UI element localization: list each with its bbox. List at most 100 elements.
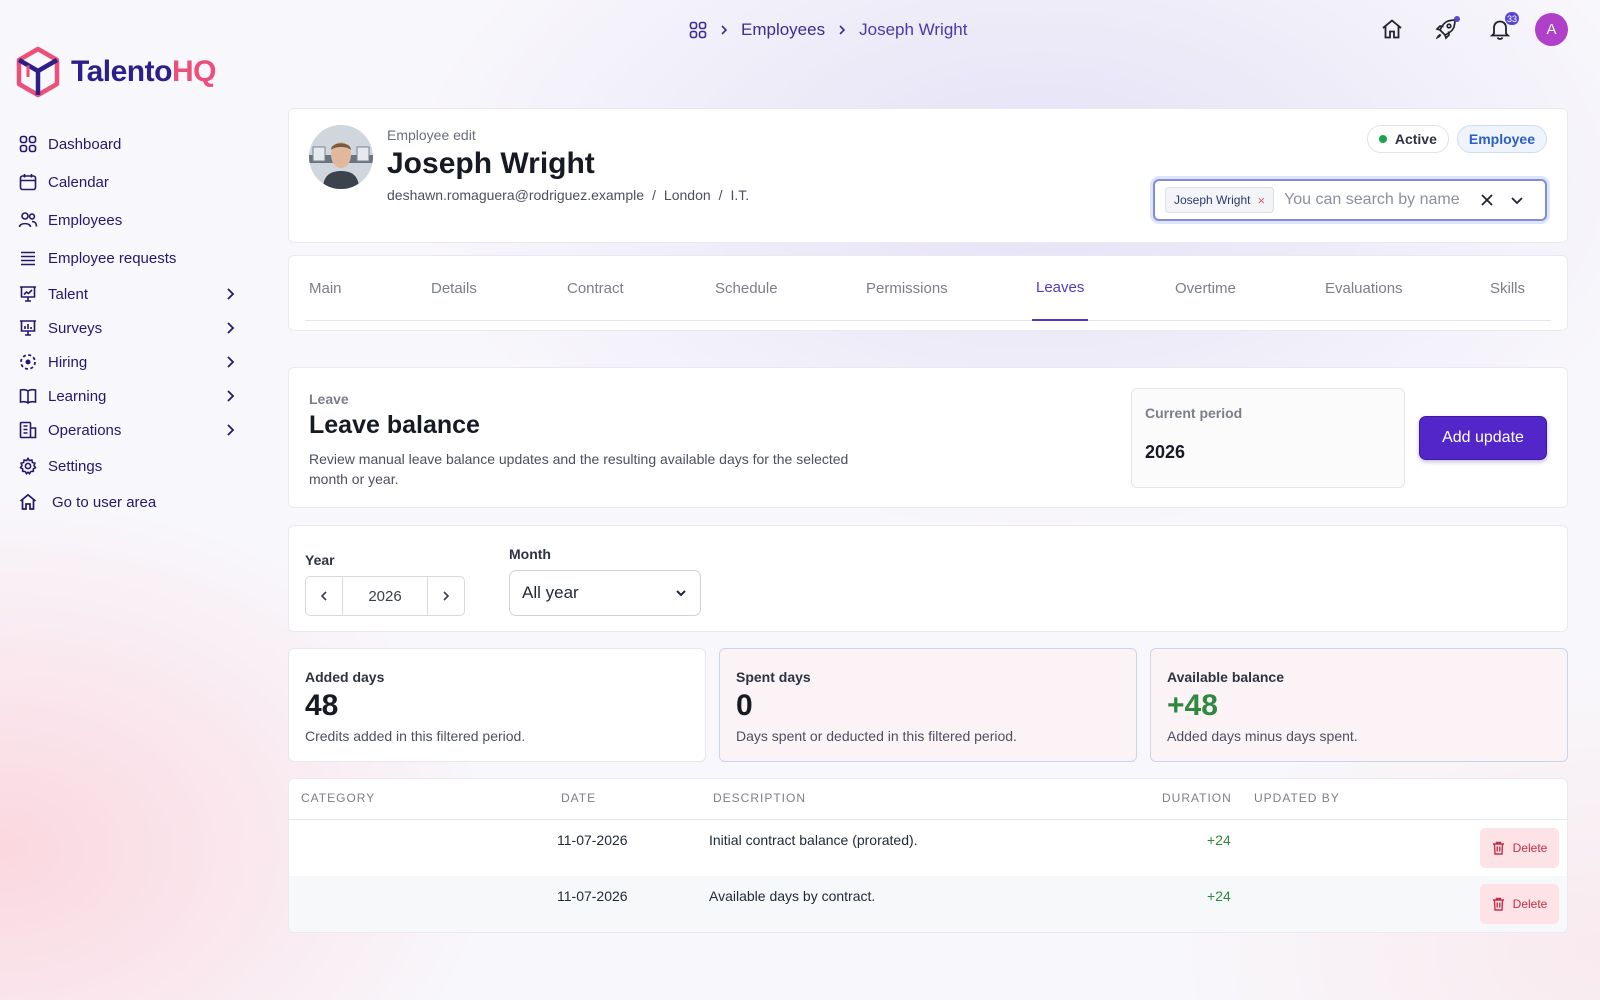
sidebar-item-employee-requests[interactable]: Employee requests (18, 244, 240, 272)
column-header-date: DATE (561, 791, 597, 805)
delete-button[interactable]: Delete (1480, 884, 1559, 924)
sidebar-item-label: Talent (48, 285, 89, 303)
hiring-dashed-circle-icon (18, 352, 38, 372)
sidebar-item-label: Hiring (48, 353, 88, 371)
tab-permissions[interactable]: Permissions (862, 256, 952, 321)
month-selected-value: All year (522, 583, 579, 602)
sidebar-item-label: Settings (48, 457, 103, 475)
column-header-category: CATEGORY (301, 791, 376, 805)
chevron-right-icon (220, 352, 240, 372)
tab-contract[interactable]: Contract (563, 256, 628, 321)
table-row: 11-07-2026 Available days by contract. +… (289, 876, 1567, 932)
sidebar-item-learning[interactable]: Learning (18, 382, 240, 410)
sidebar-item-settings[interactable]: Settings (18, 452, 240, 480)
previous-year-button[interactable] (306, 577, 342, 615)
gear-icon (18, 456, 38, 476)
employee-photo (309, 125, 373, 189)
employee-email: deshawn.romaguera@rodriguez.example (387, 187, 645, 203)
cell-date: 11-07-2026 (557, 832, 628, 848)
stat-value: 48 (305, 689, 339, 722)
breadcrumb-employees-link[interactable]: Employees (741, 20, 825, 40)
survey-chart-icon (18, 318, 38, 338)
sidebar-item-operations[interactable]: Operations (18, 416, 240, 444)
bell-icon[interactable]: 33 (1483, 12, 1519, 46)
stat-description: Added days minus days spent. (1167, 728, 1358, 744)
month-select[interactable]: All year (509, 570, 701, 616)
current-period-label: Current period (1145, 405, 1243, 421)
employee-badges: Active Employee (1366, 125, 1547, 153)
clear-icon[interactable] (1472, 185, 1502, 215)
employee-edit-label: Employee edit (387, 127, 476, 143)
sidebar-item-label: Learning (48, 387, 107, 405)
column-header-duration: DURATION (1162, 791, 1232, 805)
info-separator: / (718, 187, 723, 203)
employee-location: London (663, 187, 711, 203)
tab-schedule[interactable]: Schedule (711, 256, 782, 321)
sidebar-item-go-to-user-area[interactable]: Go to user area (18, 488, 240, 516)
employee-search-select[interactable]: Joseph Wright × (1153, 179, 1547, 221)
list-icon (18, 248, 38, 268)
tab-overtime[interactable]: Overtime (1171, 256, 1240, 321)
available-balance-card: Available balance +48 Added days minus d… (1150, 648, 1568, 762)
breadcrumb: Employees Joseph Wright (689, 18, 967, 42)
tab-evaluations[interactable]: Evaluations (1321, 256, 1407, 321)
added-days-card: Added days 48 Credits added in this filt… (288, 648, 706, 762)
employee-name: Joseph Wright (387, 147, 595, 180)
home-icon (18, 492, 38, 512)
rocket-icon[interactable] (1429, 12, 1463, 46)
brand-logo[interactable]: TalentoHQ (15, 46, 216, 98)
building-icon (18, 420, 38, 440)
sidebar-item-dashboard[interactable]: Dashboard (18, 130, 240, 158)
users-icon (18, 210, 38, 230)
sidebar-item-calendar[interactable]: Calendar (18, 168, 240, 196)
leave-updates-table: CATEGORY DATE DESCRIPTION DURATION UPDAT… (288, 778, 1568, 933)
sidebar-item-label: Go to user area (52, 493, 157, 511)
year-value[interactable]: 2026 (342, 577, 428, 615)
cell-description: Available days by contract. (709, 888, 876, 904)
sidebar-item-talent[interactable]: Talent (18, 280, 240, 308)
chevron-down-icon[interactable] (1502, 185, 1532, 215)
status-badge: Active (1366, 125, 1449, 153)
status-dot-icon (1378, 135, 1387, 143)
chevron-right-icon (220, 284, 240, 304)
chevron-right-icon (220, 420, 240, 440)
sidebar-item-employees[interactable]: Employees (18, 206, 240, 234)
selected-employee-chip: Joseph Wright × (1165, 187, 1275, 213)
home-icon[interactable] (1375, 12, 1409, 46)
sidebar-item-label: Employees (48, 211, 123, 229)
employee-search-input[interactable] (1284, 191, 1473, 209)
stat-label: Spent days (736, 669, 811, 685)
role-badge: Employee (1456, 125, 1547, 153)
section-description: Review manual leave balance updates and … (309, 451, 849, 487)
cell-duration: +24 (1207, 832, 1231, 848)
spent-days-card: Spent days 0 Days spent or deducted in t… (719, 648, 1137, 762)
delete-button[interactable]: Delete (1480, 828, 1559, 868)
dashboard-grid-icon[interactable] (689, 21, 707, 39)
add-update-button[interactable]: Add update (1419, 416, 1547, 460)
stat-value: +48 (1167, 689, 1218, 722)
top-bar-actions: 33 A (1355, 12, 1568, 46)
tab-skills[interactable]: Skills (1486, 256, 1529, 321)
current-period-value: 2026 (1145, 442, 1186, 462)
notification-dot (1454, 16, 1460, 22)
sidebar-item-hiring[interactable]: Hiring (18, 348, 240, 376)
sidebar-item-surveys[interactable]: Surveys (18, 314, 240, 342)
sidebar-item-label: Operations (48, 421, 122, 439)
tab-leaves[interactable]: Leaves (1032, 256, 1089, 321)
user-avatar[interactable]: A (1535, 12, 1568, 46)
calendar-icon (18, 172, 38, 192)
trash-icon (1492, 841, 1505, 855)
next-year-button[interactable] (428, 577, 464, 615)
tab-main[interactable]: Main (305, 256, 346, 321)
book-icon (18, 386, 38, 406)
chevron-down-icon (674, 586, 688, 600)
filters-card: Year 2026 Month All year (288, 525, 1568, 632)
chevron-right-icon (220, 318, 240, 338)
sidebar-item-label: Employee requests (48, 249, 177, 267)
presentation-chart-icon (18, 284, 38, 304)
section-kicker: Leave (309, 391, 349, 407)
tab-details[interactable]: Details (427, 256, 481, 321)
chip-remove-icon[interactable]: × (1257, 193, 1265, 208)
cell-date: 11-07-2026 (557, 888, 628, 904)
info-separator: / (652, 187, 656, 203)
